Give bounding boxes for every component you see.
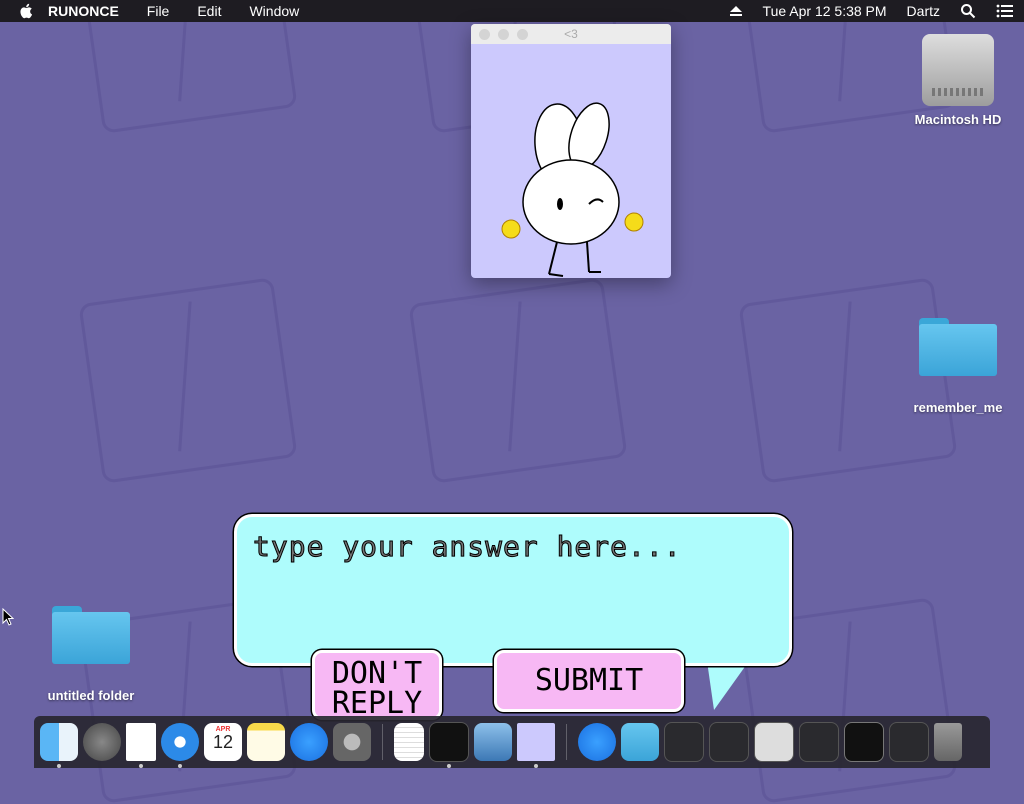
app-menu[interactable]: RUNONCE: [44, 3, 133, 19]
folder-icon: [52, 606, 130, 664]
menu-window[interactable]: Window: [235, 3, 313, 19]
window-thumb-icon[interactable]: [844, 722, 884, 762]
wallpaper-finder-face: [408, 277, 628, 484]
calendar-day: 12: [212, 732, 234, 752]
folder-icon: [919, 318, 997, 376]
app-store-icon[interactable]: [290, 723, 328, 761]
runonce-icon[interactable]: [517, 723, 555, 768]
menu-file[interactable]: File: [133, 3, 184, 19]
answer-bubble: [234, 514, 792, 666]
desktop-icon-remember-me[interactable]: remember_me: [903, 318, 1013, 415]
terminal-icon[interactable]: [429, 722, 469, 768]
user-menu[interactable]: Dartz: [907, 3, 940, 19]
spotlight-search-icon[interactable]: [960, 3, 976, 19]
trash-icon[interactable]: [934, 723, 962, 761]
app-store-download-icon[interactable]: [578, 723, 616, 761]
window-thumb-icon[interactable]: [799, 722, 839, 762]
dock-separator: [566, 724, 567, 760]
mouse-cursor-icon: [2, 608, 14, 626]
desktop-icon-macintosh-hd[interactable]: Macintosh HD: [903, 34, 1013, 127]
window-titlebar[interactable]: <3: [471, 24, 671, 44]
menu-edit[interactable]: Edit: [183, 3, 235, 19]
desktop-icon-untitled-folder[interactable]: untitled folder: [36, 606, 146, 703]
bunny-illustration: [501, 102, 644, 277]
dock-separator: [382, 724, 383, 760]
bunny-window[interactable]: <3: [471, 24, 671, 278]
hard-drive-icon: [922, 34, 994, 106]
finder-icon[interactable]: [40, 723, 78, 768]
eject-icon[interactable]: [729, 5, 743, 17]
menu-bar: RUNONCE File Edit Window Tue Apr 12 5:38…: [0, 0, 1024, 22]
desktop-icon-label: remember_me: [913, 400, 1003, 415]
calendar-icon[interactable]: APR 12: [204, 723, 242, 761]
submit-button[interactable]: SUBMIT: [494, 650, 684, 712]
window-thumb-icon[interactable]: [754, 722, 794, 762]
notes-icon[interactable]: [247, 723, 285, 761]
dock: APR 12: [34, 716, 990, 768]
safari-icon[interactable]: [161, 723, 199, 768]
answer-input[interactable]: [251, 529, 775, 564]
window-thumb-icon[interactable]: [889, 722, 929, 762]
desktop-icon-label: untitled folder: [47, 688, 135, 703]
downloads-folder-icon[interactable]: [621, 723, 659, 761]
system-preferences-icon[interactable]: [333, 723, 371, 761]
dont-reply-button[interactable]: DON'T REPLY: [312, 650, 442, 720]
launchpad-icon[interactable]: [83, 723, 121, 761]
preview-icon[interactable]: [474, 723, 512, 761]
window-title: <3: [564, 27, 578, 41]
textedit-icon[interactable]: [394, 723, 424, 761]
window-thumb-icon[interactable]: [709, 722, 749, 762]
apple-icon[interactable]: [18, 2, 36, 20]
traffic-lights: [479, 29, 528, 40]
notification-center-icon[interactable]: [996, 4, 1014, 18]
window-thumb-icon[interactable]: [664, 722, 704, 762]
desktop-icon-label: Macintosh HD: [914, 112, 1002, 127]
document-icon[interactable]: [126, 723, 156, 768]
wallpaper-finder-face: [78, 277, 298, 484]
clock[interactable]: Tue Apr 12 5:38 PM: [763, 3, 887, 19]
close-button[interactable]: [479, 29, 490, 40]
zoom-button[interactable]: [517, 29, 528, 40]
minimize-button[interactable]: [498, 29, 509, 40]
